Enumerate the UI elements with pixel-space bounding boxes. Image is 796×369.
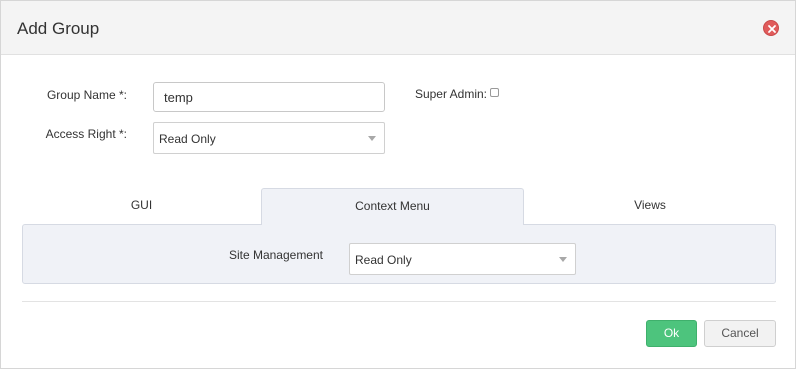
- tab-context-menu[interactable]: Context Menu: [261, 188, 524, 225]
- footer-divider: [22, 301, 776, 302]
- group-name-label: Group Name *:: [46, 88, 127, 102]
- site-management-value: Read Only: [355, 253, 412, 267]
- tab-gui[interactable]: GUI: [22, 188, 261, 225]
- access-right-label: Access Right *:: [45, 127, 127, 141]
- dialog-header: Add Group: [1, 1, 795, 55]
- super-admin-label: Super Admin:: [414, 87, 487, 101]
- close-icon[interactable]: [763, 20, 779, 36]
- cancel-button[interactable]: Cancel: [704, 320, 776, 347]
- add-group-dialog: Add Group Group Name *: temp Super Admin…: [0, 0, 796, 369]
- group-name-input[interactable]: temp: [153, 82, 385, 112]
- access-right-select[interactable]: Read Only: [153, 122, 385, 154]
- site-management-label: Site Management: [228, 248, 323, 262]
- site-management-select[interactable]: Read Only: [349, 243, 576, 275]
- tab-views[interactable]: Views: [524, 188, 776, 225]
- ok-button[interactable]: Ok: [646, 320, 697, 347]
- super-admin-checkbox[interactable]: [490, 88, 499, 97]
- chevron-down-icon: [559, 257, 567, 262]
- dialog-title: Add Group: [17, 19, 100, 38]
- chevron-down-icon: [368, 136, 376, 141]
- access-right-value: Read Only: [159, 132, 216, 146]
